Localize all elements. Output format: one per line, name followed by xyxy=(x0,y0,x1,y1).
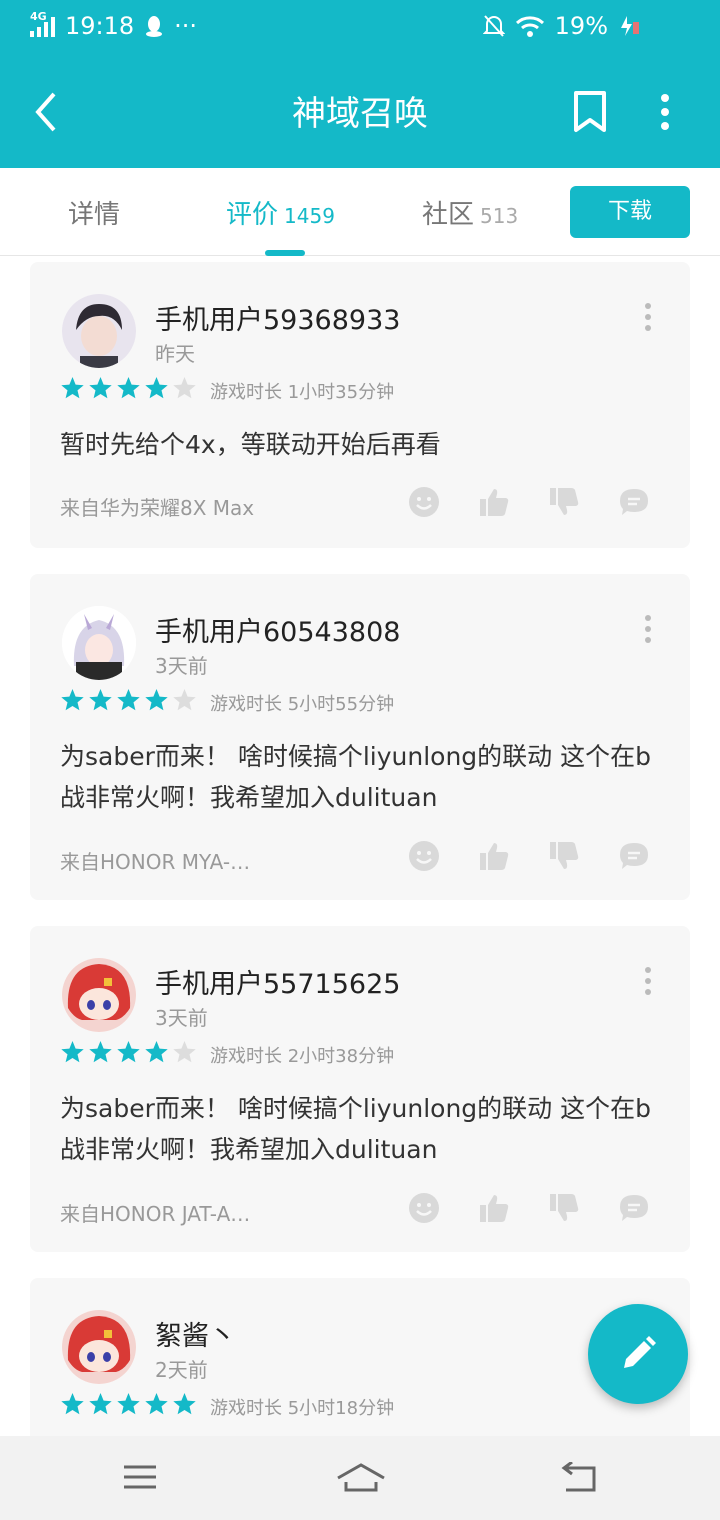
rating-stars xyxy=(60,1392,197,1417)
tab-details-label: 详情 xyxy=(68,200,121,230)
star-empty-icon xyxy=(173,689,196,711)
tab-reviews[interactable]: 评价 1459 xyxy=(226,194,335,231)
avatar[interactable] xyxy=(62,606,136,680)
avatar[interactable] xyxy=(62,1310,136,1384)
tab-indicator xyxy=(265,250,305,256)
pencil-icon xyxy=(624,1336,656,1368)
star-filled-icon xyxy=(61,377,84,399)
star-empty-icon xyxy=(173,1041,196,1063)
top-app-bar: 4G 19:18 ··· 19% 神域召唤 xyxy=(0,0,720,168)
review-playtime: 游戏时长 2小时38分钟 xyxy=(210,1046,395,1067)
status-more: ··· xyxy=(174,12,198,40)
review-actions xyxy=(408,840,650,872)
review-actions xyxy=(408,486,650,518)
status-network: 4G xyxy=(30,10,47,23)
wifi-icon xyxy=(515,16,544,37)
comment-icon[interactable] xyxy=(618,840,650,872)
review-username[interactable]: 手机用户59368933 xyxy=(155,298,400,337)
review-content: 为saber而来！ 啥时候搞个liyunlong的联动 这个在b战非常火啊！我希… xyxy=(60,742,651,812)
star-filled-icon xyxy=(61,1041,84,1063)
star-filled-icon xyxy=(61,689,84,711)
star-filled-icon xyxy=(117,1041,140,1063)
review-device: 来自HONOR MYA-… xyxy=(60,850,251,874)
review-username[interactable]: 絮酱丶 xyxy=(155,1314,236,1353)
more-vert-icon[interactable] xyxy=(650,92,680,132)
review-playtime: 游戏时长 5小时18分钟 xyxy=(210,1398,395,1419)
menu-icon[interactable] xyxy=(122,1462,158,1492)
review-playtime: 游戏时长 1小时35分钟 xyxy=(210,382,395,403)
status-time: 19:18 xyxy=(65,12,135,40)
review-actions xyxy=(408,1192,650,1224)
thumbs-up-icon[interactable] xyxy=(478,486,510,518)
comment-icon[interactable] xyxy=(618,486,650,518)
tab-reviews-label: 评价 xyxy=(226,200,279,230)
thumbs-down-icon[interactable] xyxy=(548,840,580,872)
review-date: 3天前 xyxy=(155,654,208,678)
review-device: 来自HONOR JAT-A… xyxy=(60,1202,251,1226)
star-filled-icon xyxy=(89,689,112,711)
review-card[interactable]: 手机用户59368933 昨天 游戏时长 1小时35分钟 暂时先给个4x，等联动… xyxy=(30,262,690,548)
review-device: 来自华为荣耀8X Max xyxy=(60,496,255,520)
tab-community[interactable]: 社区 513 xyxy=(422,194,518,231)
rating-stars xyxy=(60,688,197,713)
tab-details[interactable]: 详情 xyxy=(68,194,120,231)
more-vert-icon[interactable] xyxy=(642,966,654,996)
system-nav-bar xyxy=(0,1436,720,1520)
thumbs-up-icon[interactable] xyxy=(478,1192,510,1224)
thumbs-down-icon[interactable] xyxy=(548,1192,580,1224)
back-icon[interactable] xyxy=(560,1462,600,1494)
star-filled-icon xyxy=(117,1393,140,1415)
rating-stars xyxy=(60,376,197,401)
star-filled-icon xyxy=(145,1393,168,1415)
avatar[interactable] xyxy=(62,294,136,368)
star-filled-icon xyxy=(117,377,140,399)
review-date: 3天前 xyxy=(155,1006,208,1030)
page-title: 神域召唤 xyxy=(292,94,428,134)
review-playtime: 游戏时长 5小时55分钟 xyxy=(210,694,395,715)
qq-icon xyxy=(146,16,163,37)
rating-stars xyxy=(60,1040,197,1065)
review-date: 2天前 xyxy=(155,1358,208,1382)
download-button[interactable]: 下载 xyxy=(570,186,690,238)
bookmark-icon[interactable] xyxy=(572,90,608,134)
more-vert-icon[interactable] xyxy=(642,302,654,332)
review-date: 昨天 xyxy=(155,342,195,366)
review-card[interactable]: 手机用户55715625 3天前 游戏时长 2小时38分钟 为saber而来！ … xyxy=(30,926,690,1252)
mute-bell-icon xyxy=(482,15,505,37)
tab-reviews-count: 1459 xyxy=(284,204,335,228)
star-filled-icon xyxy=(117,689,140,711)
star-filled-icon xyxy=(61,1393,84,1415)
thumbs-down-icon[interactable] xyxy=(548,486,580,518)
status-bar: 4G 19:18 ··· 19% xyxy=(0,0,720,56)
review-card[interactable]: 手机用户60543808 3天前 游戏时长 5小时55分钟 为saber而来！ … xyxy=(30,574,690,900)
star-empty-icon xyxy=(173,377,196,399)
charging-icon xyxy=(621,16,639,36)
thumbs-up-icon[interactable] xyxy=(478,840,510,872)
star-filled-icon xyxy=(145,377,168,399)
star-filled-icon xyxy=(89,1041,112,1063)
review-content: 暂时先给个4x，等联动开始后再看 xyxy=(60,430,441,459)
tab-community-count: 513 xyxy=(480,204,519,228)
review-username[interactable]: 手机用户60543808 xyxy=(155,610,400,649)
star-filled-icon xyxy=(89,1393,112,1415)
more-vert-icon[interactable] xyxy=(642,614,654,644)
tab-bar: 详情 评价 1459 社区 513 下载 xyxy=(0,168,720,256)
star-filled-icon xyxy=(89,377,112,399)
avatar[interactable] xyxy=(62,958,136,1032)
star-filled-icon xyxy=(173,1393,196,1415)
emoji-icon[interactable] xyxy=(408,1192,440,1224)
battery-percent: 19% xyxy=(554,12,608,40)
review-username[interactable]: 手机用户55715625 xyxy=(155,962,400,1001)
emoji-icon[interactable] xyxy=(408,840,440,872)
tab-community-label: 社区 xyxy=(422,200,475,230)
star-filled-icon xyxy=(145,689,168,711)
write-review-button[interactable] xyxy=(588,1304,688,1404)
home-icon[interactable] xyxy=(336,1462,386,1494)
review-content: 为saber而来！ 啥时候搞个liyunlong的联动 这个在b战非常火啊！我希… xyxy=(60,1094,651,1164)
emoji-icon[interactable] xyxy=(408,486,440,518)
star-filled-icon xyxy=(145,1041,168,1063)
comment-icon[interactable] xyxy=(618,1192,650,1224)
